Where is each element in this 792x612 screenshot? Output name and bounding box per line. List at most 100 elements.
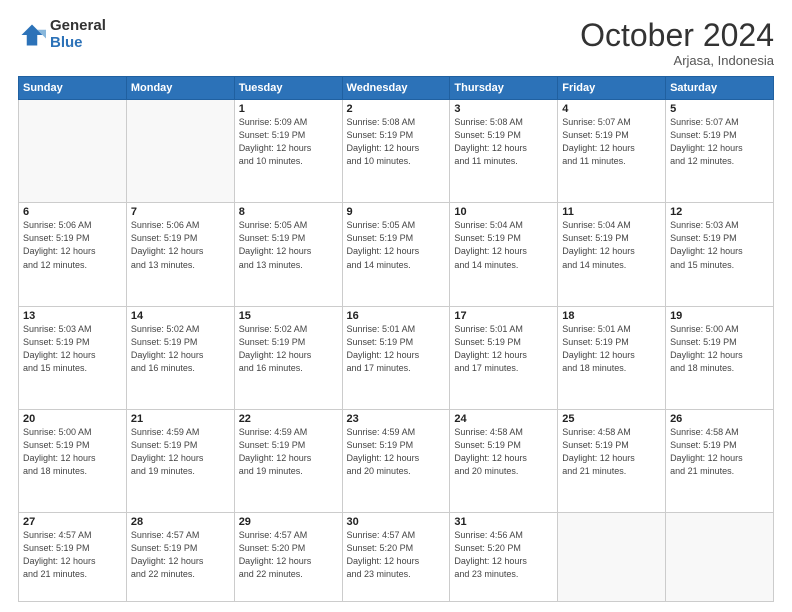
day-number: 15	[239, 310, 338, 322]
day-info: Sunrise: 5:00 AMSunset: 5:19 PMDaylight:…	[23, 426, 122, 478]
day-info: Sunrise: 4:59 AMSunset: 5:19 PMDaylight:…	[239, 426, 338, 478]
col-saturday: Saturday	[666, 77, 774, 100]
table-row	[126, 100, 234, 203]
table-row: 8Sunrise: 5:05 AMSunset: 5:19 PMDaylight…	[234, 203, 342, 306]
table-row: 9Sunrise: 5:05 AMSunset: 5:19 PMDaylight…	[342, 203, 450, 306]
day-number: 25	[562, 413, 661, 425]
table-row	[19, 100, 127, 203]
table-row: 15Sunrise: 5:02 AMSunset: 5:19 PMDayligh…	[234, 306, 342, 409]
day-number: 7	[131, 206, 230, 218]
day-number: 14	[131, 310, 230, 322]
table-row: 25Sunrise: 4:58 AMSunset: 5:19 PMDayligh…	[558, 409, 666, 512]
col-monday: Monday	[126, 77, 234, 100]
title-block: October 2024 Arjasa, Indonesia	[580, 18, 774, 68]
day-number: 13	[23, 310, 122, 322]
day-number: 1	[239, 103, 338, 115]
logo-general-text: General	[50, 18, 106, 35]
day-number: 26	[670, 413, 769, 425]
day-number: 8	[239, 206, 338, 218]
logo-icon	[18, 21, 46, 49]
day-info: Sunrise: 5:03 AMSunset: 5:19 PMDaylight:…	[23, 323, 122, 375]
table-row: 1Sunrise: 5:09 AMSunset: 5:19 PMDaylight…	[234, 100, 342, 203]
logo-text: General Blue	[50, 18, 106, 51]
day-number: 31	[454, 516, 553, 528]
day-info: Sunrise: 4:59 AMSunset: 5:19 PMDaylight:…	[131, 426, 230, 478]
table-row: 12Sunrise: 5:03 AMSunset: 5:19 PMDayligh…	[666, 203, 774, 306]
table-row: 13Sunrise: 5:03 AMSunset: 5:19 PMDayligh…	[19, 306, 127, 409]
table-row: 19Sunrise: 5:00 AMSunset: 5:19 PMDayligh…	[666, 306, 774, 409]
table-row: 7Sunrise: 5:06 AMSunset: 5:19 PMDaylight…	[126, 203, 234, 306]
day-info: Sunrise: 5:04 AMSunset: 5:19 PMDaylight:…	[562, 219, 661, 271]
day-number: 20	[23, 413, 122, 425]
day-info: Sunrise: 5:02 AMSunset: 5:19 PMDaylight:…	[131, 323, 230, 375]
day-info: Sunrise: 5:01 AMSunset: 5:19 PMDaylight:…	[562, 323, 661, 375]
table-row: 27Sunrise: 4:57 AMSunset: 5:19 PMDayligh…	[19, 512, 127, 601]
table-row: 22Sunrise: 4:59 AMSunset: 5:19 PMDayligh…	[234, 409, 342, 512]
day-info: Sunrise: 4:58 AMSunset: 5:19 PMDaylight:…	[454, 426, 553, 478]
day-info: Sunrise: 5:06 AMSunset: 5:19 PMDaylight:…	[23, 219, 122, 271]
day-info: Sunrise: 5:02 AMSunset: 5:19 PMDaylight:…	[239, 323, 338, 375]
day-info: Sunrise: 4:56 AMSunset: 5:20 PMDaylight:…	[454, 529, 553, 581]
table-row: 29Sunrise: 4:57 AMSunset: 5:20 PMDayligh…	[234, 512, 342, 601]
day-number: 16	[347, 310, 446, 322]
day-info: Sunrise: 5:03 AMSunset: 5:19 PMDaylight:…	[670, 219, 769, 271]
day-number: 17	[454, 310, 553, 322]
table-row: 2Sunrise: 5:08 AMSunset: 5:19 PMDaylight…	[342, 100, 450, 203]
table-row	[666, 512, 774, 601]
month-title: October 2024	[580, 18, 774, 53]
day-info: Sunrise: 4:57 AMSunset: 5:19 PMDaylight:…	[23, 529, 122, 581]
col-tuesday: Tuesday	[234, 77, 342, 100]
table-row: 31Sunrise: 4:56 AMSunset: 5:20 PMDayligh…	[450, 512, 558, 601]
day-number: 30	[347, 516, 446, 528]
day-number: 21	[131, 413, 230, 425]
day-number: 18	[562, 310, 661, 322]
table-row: 11Sunrise: 5:04 AMSunset: 5:19 PMDayligh…	[558, 203, 666, 306]
col-thursday: Thursday	[450, 77, 558, 100]
table-row: 28Sunrise: 4:57 AMSunset: 5:19 PMDayligh…	[126, 512, 234, 601]
table-row: 6Sunrise: 5:06 AMSunset: 5:19 PMDaylight…	[19, 203, 127, 306]
day-info: Sunrise: 5:06 AMSunset: 5:19 PMDaylight:…	[131, 219, 230, 271]
table-row: 17Sunrise: 5:01 AMSunset: 5:19 PMDayligh…	[450, 306, 558, 409]
table-row: 10Sunrise: 5:04 AMSunset: 5:19 PMDayligh…	[450, 203, 558, 306]
table-row: 18Sunrise: 5:01 AMSunset: 5:19 PMDayligh…	[558, 306, 666, 409]
col-wednesday: Wednesday	[342, 77, 450, 100]
logo-blue-text: Blue	[50, 35, 106, 52]
day-number: 5	[670, 103, 769, 115]
day-info: Sunrise: 4:58 AMSunset: 5:19 PMDaylight:…	[562, 426, 661, 478]
day-number: 2	[347, 103, 446, 115]
day-number: 6	[23, 206, 122, 218]
table-row: 5Sunrise: 5:07 AMSunset: 5:19 PMDaylight…	[666, 100, 774, 203]
calendar-table: Sunday Monday Tuesday Wednesday Thursday…	[18, 76, 774, 602]
day-info: Sunrise: 4:57 AMSunset: 5:20 PMDaylight:…	[347, 529, 446, 581]
day-number: 19	[670, 310, 769, 322]
page: General Blue October 2024 Arjasa, Indone…	[0, 0, 792, 612]
table-row: 20Sunrise: 5:00 AMSunset: 5:19 PMDayligh…	[19, 409, 127, 512]
day-info: Sunrise: 5:07 AMSunset: 5:19 PMDaylight:…	[670, 116, 769, 168]
day-number: 22	[239, 413, 338, 425]
location-subtitle: Arjasa, Indonesia	[580, 53, 774, 68]
day-number: 24	[454, 413, 553, 425]
day-info: Sunrise: 4:57 AMSunset: 5:20 PMDaylight:…	[239, 529, 338, 581]
day-number: 28	[131, 516, 230, 528]
day-info: Sunrise: 5:04 AMSunset: 5:19 PMDaylight:…	[454, 219, 553, 271]
table-row: 14Sunrise: 5:02 AMSunset: 5:19 PMDayligh…	[126, 306, 234, 409]
table-row: 26Sunrise: 4:58 AMSunset: 5:19 PMDayligh…	[666, 409, 774, 512]
day-info: Sunrise: 5:01 AMSunset: 5:19 PMDaylight:…	[454, 323, 553, 375]
day-info: Sunrise: 4:58 AMSunset: 5:19 PMDaylight:…	[670, 426, 769, 478]
day-number: 23	[347, 413, 446, 425]
table-row: 4Sunrise: 5:07 AMSunset: 5:19 PMDaylight…	[558, 100, 666, 203]
table-row: 16Sunrise: 5:01 AMSunset: 5:19 PMDayligh…	[342, 306, 450, 409]
day-info: Sunrise: 5:05 AMSunset: 5:19 PMDaylight:…	[347, 219, 446, 271]
day-info: Sunrise: 5:01 AMSunset: 5:19 PMDaylight:…	[347, 323, 446, 375]
day-number: 29	[239, 516, 338, 528]
day-info: Sunrise: 5:07 AMSunset: 5:19 PMDaylight:…	[562, 116, 661, 168]
day-info: Sunrise: 4:57 AMSunset: 5:19 PMDaylight:…	[131, 529, 230, 581]
day-number: 4	[562, 103, 661, 115]
day-info: Sunrise: 5:08 AMSunset: 5:19 PMDaylight:…	[454, 116, 553, 168]
col-friday: Friday	[558, 77, 666, 100]
day-number: 10	[454, 206, 553, 218]
day-info: Sunrise: 5:09 AMSunset: 5:19 PMDaylight:…	[239, 116, 338, 168]
day-number: 3	[454, 103, 553, 115]
logo: General Blue	[18, 18, 106, 51]
header: General Blue October 2024 Arjasa, Indone…	[18, 18, 774, 68]
